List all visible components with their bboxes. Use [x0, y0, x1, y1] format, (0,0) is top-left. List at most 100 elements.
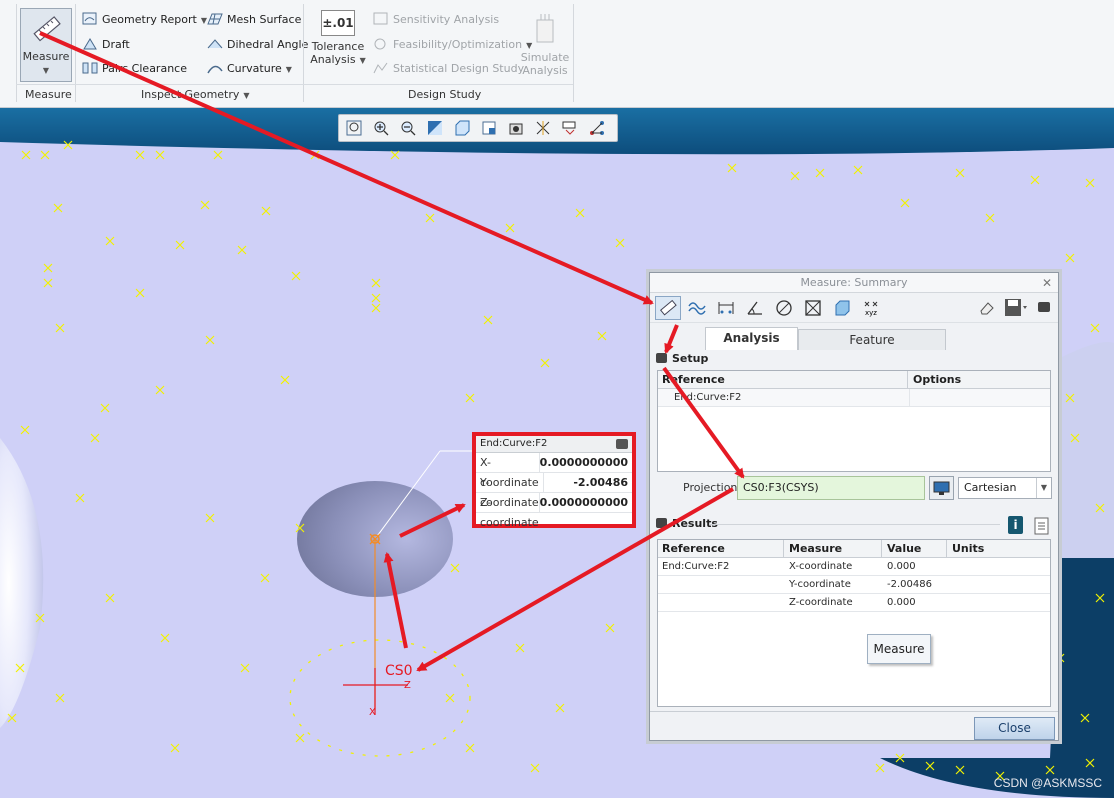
save-icon[interactable] [1004, 298, 1028, 321]
csys-label: CS0 [385, 663, 413, 679]
projection-field[interactable]: CS0:F3(CSYS) [737, 476, 925, 500]
close-icon[interactable]: ✕ [1042, 273, 1052, 293]
setup-section-header[interactable]: Setup [656, 352, 708, 365]
close-button[interactable]: Close [974, 717, 1055, 740]
reference-cell: End:Curve:F2 [674, 392, 742, 403]
callout-value: 0.0000000000 [539, 456, 629, 469]
measure-volume-icon[interactable] [829, 296, 855, 320]
callout-key: Z-coordinate [476, 493, 540, 529]
results-cell: 0.000 [887, 561, 916, 572]
watermark: CSDN @ASKMSSC [993, 776, 1102, 790]
collapse-icon[interactable] [616, 439, 628, 449]
table-row[interactable]: Y-coordinate -2.00486 [658, 576, 1050, 594]
results-cell: 0.000 [887, 597, 916, 608]
geometry-report-button[interactable]: Geometry Report ▼ [82, 11, 207, 29]
saved-orientations-icon[interactable] [478, 117, 500, 139]
ribbon: Measure ▼ Geometry Report ▼ Draft Pairs C… [0, 0, 1114, 108]
results-cell: End:Curve:F2 [662, 561, 730, 572]
tolerance-icon: ±.01 [321, 10, 355, 36]
measure-type-toolbar: xyz [650, 293, 1058, 323]
svg-text:xyz: xyz [865, 309, 877, 317]
info-icon[interactable]: i [1008, 516, 1023, 534]
monitor-icon [933, 481, 950, 495]
tab-analysis[interactable]: Analysis [705, 327, 798, 350]
mesh-surface-icon [207, 13, 223, 25]
geometry-report-icon [82, 12, 97, 25]
feasibility-label: Feasibility/Optimization [393, 38, 523, 51]
group-label-measure: Measure [25, 88, 72, 101]
table-row[interactable]: End:Curve:F2 [658, 389, 1050, 407]
geometry-report-label: Geometry Report [102, 13, 197, 26]
curvature-icon [207, 65, 223, 74]
collapse-icon[interactable] [1038, 302, 1050, 312]
table-row[interactable]: End:Curve:F2 X-coordinate 0.000 [658, 558, 1050, 576]
simulate-analysis-button[interactable]: Simulate Analysis [520, 10, 570, 77]
statistical-design-button[interactable]: Statistical Design Study [373, 60, 524, 78]
dihedral-angle-button[interactable]: Dihedral Angle [207, 36, 308, 54]
results-cell: X-coordinate [789, 561, 853, 572]
callout-row: X-coordinate 0.0000000000 [476, 453, 632, 489]
draft-label: Draft [102, 38, 130, 51]
refit-icon[interactable] [343, 117, 365, 139]
measure-curve-icon[interactable] [684, 296, 710, 320]
view-manager-icon[interactable] [505, 117, 527, 139]
results-section-header[interactable]: Results [656, 517, 718, 530]
table-row[interactable]: Z-coordinate 0.000 [658, 594, 1050, 612]
measure-area-icon[interactable] [800, 296, 826, 320]
coordinate-system-value: Cartesian [964, 481, 1017, 494]
setup-table: Reference Options End:Curve:F2 [657, 370, 1051, 472]
results-cell: Z-coordinate [789, 597, 853, 608]
group-label-inspect[interactable]: Inspect Geometry ▼ [141, 88, 250, 101]
tab-feature[interactable]: Feature [798, 329, 946, 350]
coordinate-system-select[interactable]: Cartesian ▼ [958, 477, 1052, 499]
column-header: Value [883, 540, 947, 558]
results-table: Reference Measure Value Units End:Curve:… [657, 539, 1051, 707]
measure-distance-icon[interactable] [713, 296, 739, 320]
analysis-label: Analysis [310, 53, 356, 66]
curvature-button[interactable]: Curvature ▼ [207, 60, 292, 78]
graphics-toolbar [338, 114, 618, 142]
display-style-icon[interactable] [451, 117, 473, 139]
measure-angle-icon[interactable] [742, 296, 768, 320]
measure-length-icon[interactable] [655, 295, 681, 320]
pairs-clearance-button[interactable]: Pairs Clearance [82, 60, 187, 78]
group-separator [573, 4, 574, 102]
draft-button[interactable]: Draft [82, 36, 130, 54]
datum-display-icon[interactable] [532, 117, 554, 139]
model-fillet [1060, 342, 1114, 558]
measure-button[interactable]: Measure ▼ [20, 8, 72, 82]
callout-value: -2.00486 [573, 476, 628, 489]
chevron-down-icon: ▼ [42, 66, 50, 75]
measure-action-button[interactable]: Measure [867, 634, 931, 664]
projection-view-button[interactable] [929, 476, 954, 500]
draft-icon [83, 38, 97, 50]
annotation-display-icon[interactable] [559, 117, 581, 139]
selected-point-marker[interactable] [369, 533, 381, 545]
callout-key: Y-coordinate [476, 473, 544, 509]
measure-diameter-icon[interactable] [771, 296, 797, 320]
repaint-icon[interactable] [424, 117, 446, 139]
zoom-out-icon[interactable] [397, 117, 419, 139]
sensitivity-label: Sensitivity Analysis [393, 13, 500, 26]
measure-dialog: Measure: Summary ✕ xyz Analysis Feature … [649, 272, 1059, 741]
dialog-tabs: Analysis Feature [650, 327, 1058, 350]
setup-table-header: Reference Options [658, 371, 1050, 389]
callout-header: End:Curve:F2 [476, 436, 632, 453]
axis-x-label: X [369, 707, 376, 718]
zoom-in-icon[interactable] [370, 117, 392, 139]
measure-transform-icon[interactable]: xyz [858, 296, 884, 320]
report-icon[interactable] [1034, 517, 1050, 538]
pairs-clearance-label: Pairs Clearance [102, 62, 187, 75]
chevron-down-icon: ▼ [359, 56, 366, 65]
feasibility-optimization-button[interactable]: Feasibility/Optimization ▼ [373, 36, 532, 54]
tolerance-analysis-button[interactable]: ±.01 Tolerance Analysis ▼ [309, 10, 367, 67]
mesh-surface-label: Mesh Surface [227, 13, 302, 26]
group-label-inspect-text: Inspect Geometry [141, 88, 240, 101]
sensitivity-analysis-button[interactable]: Sensitivity Analysis [373, 11, 499, 29]
column-header: Measure [785, 540, 882, 558]
mesh-surface-button[interactable]: Mesh Surface [207, 11, 301, 29]
collapse-icon [656, 518, 667, 528]
spin-center-icon[interactable] [586, 117, 608, 139]
group-label-bar [16, 84, 573, 106]
eraser-icon[interactable] [978, 299, 996, 320]
